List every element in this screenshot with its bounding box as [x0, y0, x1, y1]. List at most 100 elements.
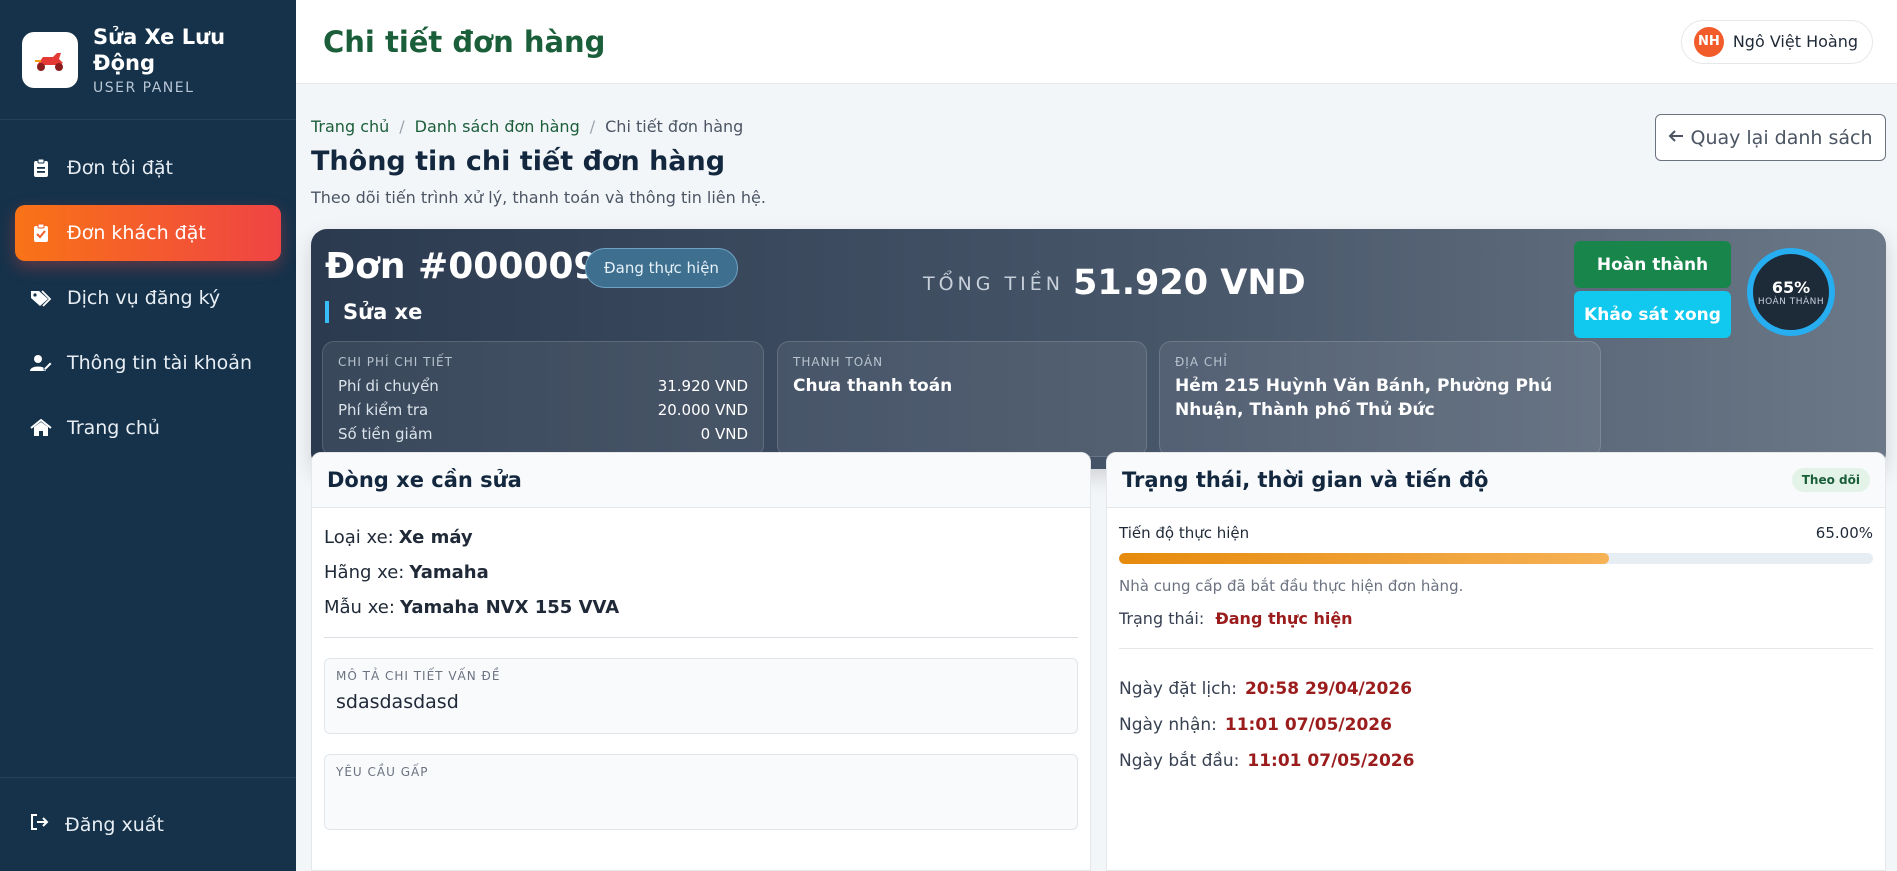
fee-row: Phí kiểm tra 20.000 VND [338, 398, 748, 422]
sidebar-nav: Đơn tôi đặt Đơn khách đặt Dịch vụ đăng k… [0, 120, 296, 456]
follow-badge: Theo dõi [1791, 468, 1870, 492]
progress-ring: 65% HOÀN THÀNH [1747, 248, 1835, 336]
address-value: Hẻm 215 Huỳnh Văn Bánh, Phường Phú Nhuận… [1175, 376, 1553, 420]
sidebar-item-label: Đơn khách đặt [67, 222, 206, 244]
status-card-title: Trạng thái, thời gian và tiến độ [1122, 468, 1489, 492]
problem-description-value: sdasdasdasd [336, 691, 459, 713]
user-menu[interactable]: NH Ngô Việt Hoàng [1680, 19, 1873, 64]
sidebar-item-account-info[interactable]: Thông tin tài khoản [15, 335, 281, 391]
status-card-header: Trạng thái, thời gian và tiến độ Theo dõ… [1107, 453, 1885, 508]
fee-row: Phí di chuyển 31.920 VND [338, 374, 748, 398]
vehicle-brand-label: Hãng xe: [324, 562, 405, 583]
fee-value: 20.000 VND [657, 401, 748, 419]
complete-button[interactable]: Hoàn thành [1574, 241, 1731, 288]
total-label: TỔNG TIỀN [923, 273, 1064, 295]
date-row: Ngày đặt lịch: 20:58 29/04/2026 [1119, 671, 1873, 707]
sidebar-item-label: Dịch vụ đăng ký [67, 287, 221, 309]
vehicle-card-title: Dòng xe cần sửa [327, 468, 522, 492]
vehicle-model-label: Mẫu xe: [324, 597, 395, 618]
fee-row: Số tiền giảm 0 VND [338, 422, 748, 446]
avatar: NH [1693, 26, 1724, 57]
breadcrumb-separator: / [589, 117, 596, 136]
sidebar-item-label: Trang chủ [67, 417, 160, 439]
arrow-left-icon [1668, 127, 1684, 149]
date-label: Ngày bắt đầu: [1119, 751, 1240, 771]
vehicle-brand-value: Yamaha [409, 562, 489, 583]
fee-value: 31.920 VND [657, 377, 748, 395]
sidebar: Sửa Xe Lưu Động USER PANEL Đơn tôi đặt Đ… [0, 0, 296, 871]
date-row: Ngày bắt đầu: 11:01 07/05/2026 [1119, 743, 1873, 779]
vehicle-type-row: Loại xe: Xe máy [324, 520, 1078, 555]
order-number: Đơn #0000092 [325, 246, 624, 287]
user-edit-icon [30, 352, 52, 374]
status-card: Trạng thái, thời gian và tiến độ Theo dõ… [1106, 452, 1886, 871]
sidebar-item-my-orders[interactable]: Đơn tôi đặt [15, 140, 281, 196]
vehicle-card: Dòng xe cần sửa Loại xe: Xe máy Hãng xe:… [311, 452, 1091, 871]
progress-row: Tiến độ thực hiện 65.00% [1119, 524, 1873, 542]
sidebar-item-registered-services[interactable]: Dịch vụ đăng ký [15, 270, 281, 326]
payment-value: Chưa thanh toán [793, 376, 953, 396]
fee-details-box: CHI PHÍ CHI TIẾT Phí di chuyển 31.920 VN… [322, 341, 764, 457]
progress-label: Tiến độ thực hiện [1119, 524, 1250, 542]
date-value: 11:01 07/05/2026 [1224, 715, 1392, 735]
back-button-label: Quay lại danh sách [1690, 126, 1873, 149]
problem-description-label: MÔ TẢ CHI TIẾT VẤN ĐỀ [336, 669, 501, 683]
topbar: Chi tiết đơn hàng NH Ngô Việt Hoàng [296, 0, 1897, 84]
brand-subtitle: USER PANEL [93, 79, 195, 96]
clipboard-check-icon [30, 222, 52, 244]
payment-label: THANH TOÁN [793, 355, 884, 369]
state-label: Trạng thái: [1119, 609, 1205, 628]
sidebar-item-label: Thông tin tài khoản [67, 352, 252, 374]
divider [324, 637, 1078, 638]
status-badge: Đang thực hiện [585, 248, 738, 288]
sidebar-item-label: Đơn tôi đặt [67, 157, 173, 179]
progress-bar [1119, 553, 1873, 564]
breadcrumb-current: Chi tiết đơn hàng [605, 117, 744, 136]
breadcrumb-separator: / [399, 117, 405, 136]
date-label: Ngày nhận: [1119, 715, 1217, 735]
service-name: Sửa xe [325, 301, 422, 323]
clipboard-list-icon [30, 157, 52, 179]
brand-logo [22, 31, 78, 88]
vehicle-model-value: Yamaha NVX 155 VVA [399, 597, 620, 618]
breadcrumb-order-list[interactable]: Danh sách đơn hàng [415, 117, 580, 136]
home-icon [30, 417, 52, 439]
vehicle-brand-row: Hãng xe: Yamaha [324, 555, 1078, 590]
logout-label: Đăng xuất [65, 813, 164, 836]
urgent-request-box: YÊU CẦU GẤP [324, 754, 1078, 830]
progress-ring-percent: 65% [1771, 277, 1811, 297]
problem-description-box: MÔ TẢ CHI TIẾT VẤN ĐỀ sdasdasdasd [324, 658, 1078, 734]
progress-percent: 65.00% [1815, 524, 1873, 542]
fee-value: 0 VND [700, 425, 748, 443]
brand-title: Sửa Xe Lưu Động [93, 24, 226, 75]
breadcrumb-home[interactable]: Trang chủ [311, 117, 389, 136]
order-summary-card: Đơn #0000092 Đang thực hiện Sửa xe TỔNG … [311, 229, 1886, 469]
sidebar-item-customer-orders[interactable]: Đơn khách đặt [15, 205, 281, 261]
address-box: ĐỊA CHỈ Hẻm 215 Huỳnh Văn Bánh, Phường P… [1159, 341, 1601, 457]
state-value: Đang thực hiện [1215, 609, 1353, 628]
fee-name: Phí kiểm tra [338, 401, 429, 419]
progress-bar-fill [1119, 553, 1610, 564]
tags-icon [30, 287, 52, 309]
fee-name: Phí di chuyển [338, 377, 439, 395]
sidebar-item-home[interactable]: Trang chủ [15, 400, 281, 456]
date-value: 20:58 29/04/2026 [1244, 679, 1413, 699]
brand[interactable]: Sửa Xe Lưu Động USER PANEL [0, 0, 296, 120]
user-name: Ngô Việt Hoàng [1732, 32, 1858, 51]
address-label: ĐỊA CHỈ [1175, 355, 1228, 369]
fee-name: Số tiền giảm [338, 425, 433, 443]
total-value: 51.920 VND [1073, 263, 1306, 303]
topbar-title: Chi tiết đơn hàng [323, 24, 606, 59]
divider [1119, 648, 1873, 649]
back-to-list-button[interactable]: Quay lại danh sách [1655, 114, 1886, 161]
survey-done-button[interactable]: Khảo sát xong [1574, 291, 1731, 338]
urgent-request-label: YÊU CẦU GẤP [336, 765, 429, 779]
state-row: Trạng thái: Đang thực hiện [1119, 609, 1873, 628]
progress-ring-label: HOÀN THÀNH [1757, 296, 1825, 307]
breadcrumb: Trang chủ / Danh sách đơn hàng / Chi tiế… [311, 117, 743, 136]
progress-note: Nhà cung cấp đã bắt đầu thực hiện đơn hà… [1119, 577, 1464, 595]
scooter-logo-icon [35, 52, 63, 71]
logout-button[interactable]: Đăng xuất [0, 777, 296, 871]
fee-details-label: CHI PHÍ CHI TIẾT [338, 355, 453, 369]
vehicle-type-value: Xe máy [398, 527, 473, 548]
